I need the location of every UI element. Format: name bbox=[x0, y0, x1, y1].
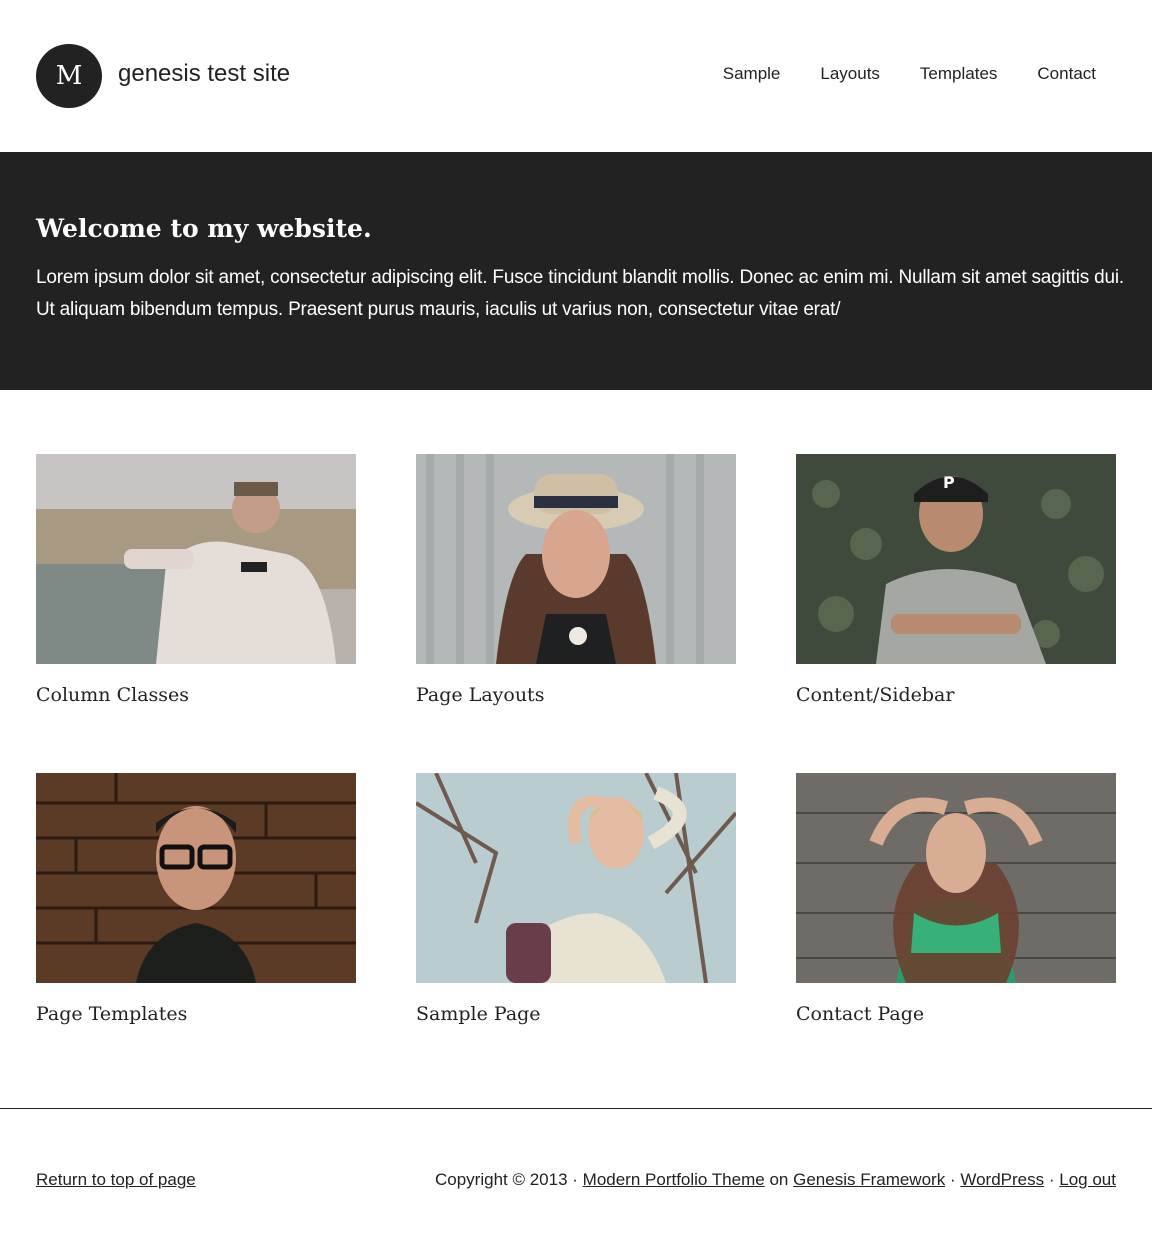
photo-woman-in-branches bbox=[416, 773, 736, 983]
separator: · bbox=[949, 1170, 956, 1189]
logo-letter: M bbox=[55, 61, 83, 91]
portfolio-thumbnail[interactable] bbox=[416, 773, 736, 983]
svg-text:P: P bbox=[943, 473, 955, 492]
welcome-text: Lorem ipsum dolor sit amet, consectetur … bbox=[36, 267, 1124, 320]
wordpress-link[interactable]: WordPress bbox=[960, 1170, 1044, 1189]
back-to-top-link[interactable]: Return to top of page bbox=[36, 1170, 196, 1189]
photo-man-by-water bbox=[36, 454, 356, 664]
portfolio-item: Contact Page bbox=[796, 773, 1116, 1025]
separator: · bbox=[1048, 1170, 1055, 1189]
portfolio-item: P Content/Sidebar bbox=[796, 454, 1116, 706]
portfolio-item-title[interactable]: Column Classes bbox=[36, 684, 189, 706]
portfolio-item-title[interactable]: Sample Page bbox=[416, 1003, 541, 1025]
framework-link[interactable]: Genesis Framework bbox=[793, 1170, 945, 1189]
portfolio-item: Sample Page bbox=[416, 773, 736, 1025]
copyright-text: Copyright © 2013 · bbox=[434, 1170, 578, 1189]
portfolio-thumbnail[interactable] bbox=[36, 454, 356, 664]
portfolio-item-title[interactable]: Content/Sidebar bbox=[796, 684, 954, 706]
nav-item-templates[interactable]: Templates bbox=[920, 64, 997, 84]
footer-credits: Copyright © 2013 · Modern Portfolio Them… bbox=[435, 1170, 1116, 1190]
portfolio-item-title[interactable]: Page Templates bbox=[36, 1003, 187, 1025]
portfolio-thumbnail[interactable] bbox=[796, 773, 1116, 983]
welcome-section: Welcome to my website. Lorem ipsum dolor… bbox=[0, 152, 1152, 390]
portfolio-thumbnail[interactable]: P bbox=[796, 454, 1116, 664]
portfolio-item: Column Classes bbox=[36, 454, 356, 706]
theme-link[interactable]: Modern Portfolio Theme bbox=[583, 1170, 765, 1189]
site-header: M genesis test site Sample Layouts Templ… bbox=[0, 0, 1152, 152]
portfolio-thumbnail[interactable] bbox=[416, 454, 736, 664]
photo-woman-with-hat bbox=[416, 454, 736, 664]
photo-man-with-cap: P bbox=[796, 454, 1116, 664]
portfolio-item: Page Templates bbox=[36, 773, 356, 1025]
site-title[interactable]: genesis test site bbox=[118, 60, 290, 88]
logout-link[interactable]: Log out bbox=[1059, 1170, 1116, 1189]
portfolio-item: Page Layouts bbox=[416, 454, 736, 706]
nav-item-sample[interactable]: Sample bbox=[723, 64, 781, 84]
nav-item-layouts[interactable]: Layouts bbox=[820, 64, 880, 84]
on-text: on bbox=[769, 1170, 789, 1189]
portfolio-item-title[interactable]: Contact Page bbox=[796, 1003, 924, 1025]
portfolio-thumbnail[interactable] bbox=[36, 773, 356, 983]
nav-item-contact[interactable]: Contact bbox=[1037, 64, 1096, 84]
footer-divider bbox=[0, 1108, 1152, 1109]
main-nav: Sample Layouts Templates Contact bbox=[723, 64, 1096, 84]
welcome-heading: Welcome to my website. bbox=[36, 214, 372, 243]
site-logo[interactable]: M bbox=[36, 44, 102, 108]
photo-man-with-glasses bbox=[36, 773, 356, 983]
portfolio-item-title[interactable]: Page Layouts bbox=[416, 684, 544, 706]
photo-woman-in-green bbox=[796, 773, 1116, 983]
